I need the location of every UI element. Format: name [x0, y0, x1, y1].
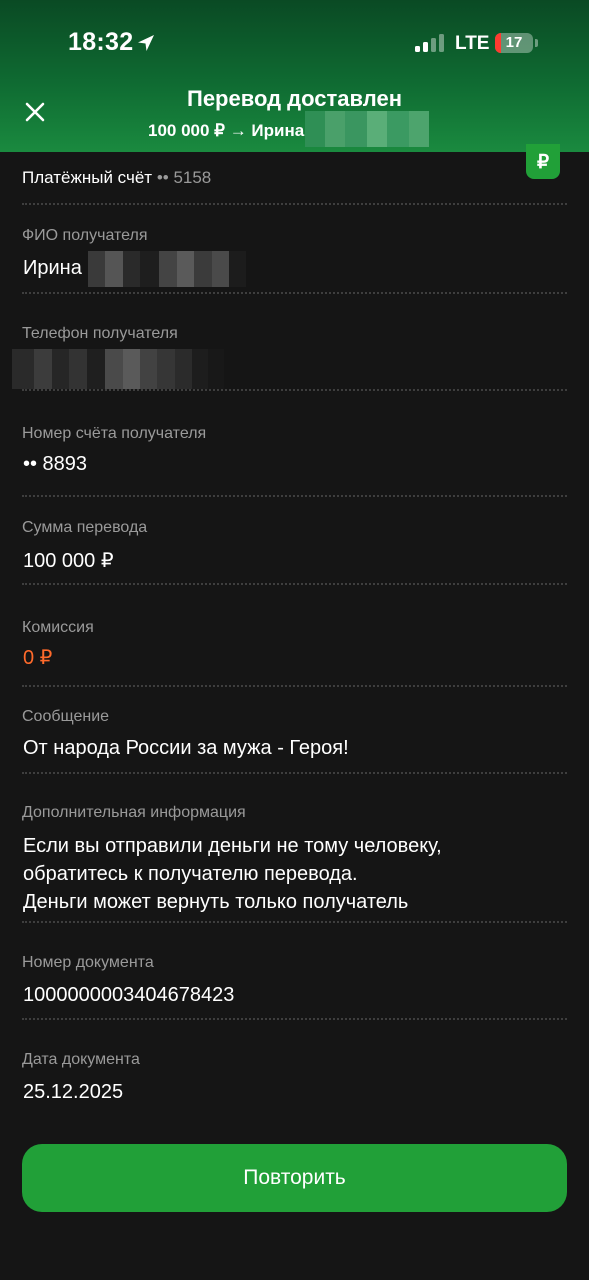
- document-number-value: 1000000003404678423: [23, 984, 235, 1006]
- amount-value: 100 000 ₽: [23, 550, 114, 572]
- divider: [22, 772, 567, 774]
- battery-tip: [535, 39, 538, 47]
- divider: [22, 203, 567, 205]
- commission-label: Комиссия: [22, 619, 94, 636]
- divider: [22, 389, 567, 391]
- additional-info-line: Если вы отправили деньги не тому человек…: [23, 835, 442, 857]
- battery-percent: 17: [505, 34, 523, 51]
- redacted-recipient-name: [88, 251, 246, 287]
- document-date-value: 25.12.2025: [23, 1081, 124, 1103]
- redacted-surname: [305, 111, 429, 147]
- additional-info-line: Деньги может вернуть только получатель: [23, 891, 409, 913]
- status-time: 18:32: [68, 28, 134, 56]
- header: 18:32 LTE 17 Перевод доставлен 100 000 ₽…: [0, 0, 589, 152]
- ruble-badge: ₽: [526, 144, 560, 179]
- divider: [22, 495, 567, 497]
- page-title: Перевод доставлен: [187, 86, 402, 111]
- divider: [22, 685, 567, 687]
- signal-icon: [415, 34, 445, 52]
- additional-info-line: обратитесь к получателю перевода.: [23, 863, 358, 885]
- divider: [22, 1018, 567, 1020]
- redacted-recipient-phone: [12, 349, 224, 389]
- recipient-name-label: ФИО получателя: [22, 227, 148, 244]
- message-label: Сообщение: [22, 708, 110, 725]
- account-number-label: Номер счёта получателя: [22, 425, 207, 442]
- network-type: LTE: [455, 33, 490, 54]
- transfer-summary: 100 000 ₽ → Ирина: [148, 121, 305, 140]
- document-date-label: Дата документа: [22, 1051, 140, 1068]
- divider: [22, 921, 567, 923]
- commission-value: 0 ₽: [23, 647, 53, 669]
- divider: [22, 292, 567, 294]
- divider: [22, 583, 567, 585]
- additional-info-text: Если вы отправили деньги не тому человек…: [23, 832, 563, 916]
- payment-account-number: •• 5158: [156, 168, 212, 187]
- recipient-name-value: Ирина: [23, 257, 82, 279]
- amount-label: Сумма перевода: [22, 519, 148, 536]
- account-number-value: •• 8893: [23, 453, 88, 475]
- payment-account-label: Платёжный счёт: [22, 168, 153, 187]
- message-value: От народа России за мужа - Героя!: [23, 737, 349, 759]
- location-arrow-icon: [138, 35, 154, 51]
- payment-account: Платёжный счёт •• 5158: [22, 168, 211, 188]
- battery-icon: 17: [495, 33, 533, 53]
- recipient-phone-label: Телефон получателя: [22, 325, 178, 342]
- document-number-label: Номер документа: [22, 954, 154, 971]
- repeat-button[interactable]: Повторить: [22, 1144, 567, 1212]
- additional-info-label: Дополнительная информация: [22, 804, 246, 821]
